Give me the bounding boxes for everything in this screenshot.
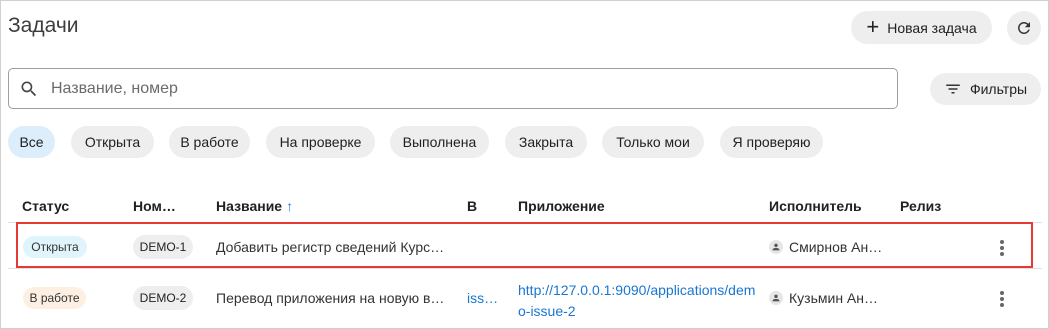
- new-task-label: Новая задача: [887, 19, 977, 36]
- assignee: Кузьмин Ан…: [769, 290, 878, 306]
- column-number[interactable]: Ном…: [133, 198, 176, 214]
- refresh-icon: [1017, 21, 1030, 34]
- column-status[interactable]: Статус: [22, 198, 69, 214]
- search-field[interactable]: [8, 68, 898, 109]
- chip-all[interactable]: Все: [8, 126, 55, 158]
- new-task-button[interactable]: + Новая задача: [851, 11, 992, 44]
- filters-button[interactable]: Фильтры: [930, 73, 1041, 105]
- chip-in-review[interactable]: На проверке: [266, 126, 375, 158]
- search-icon: [21, 81, 37, 96]
- chip-done[interactable]: Выполнена: [390, 126, 489, 158]
- filter-icon: [946, 84, 960, 94]
- chip-i-review[interactable]: Я проверяю: [720, 126, 823, 158]
- column-release[interactable]: Релиз: [900, 198, 941, 214]
- row-divider: [8, 268, 1042, 269]
- chip-in-work[interactable]: В работе: [169, 126, 250, 158]
- row-menu-button[interactable]: [990, 287, 1014, 311]
- search-input[interactable]: [49, 78, 869, 99]
- chip-only-mine[interactable]: Только мои: [602, 126, 704, 158]
- plus-icon: +: [866, 13, 880, 39]
- task-name[interactable]: Перевод приложения на новую в…: [216, 290, 444, 306]
- selected-row-highlight: [16, 222, 1033, 268]
- column-v[interactable]: В: [467, 198, 477, 214]
- column-assignee[interactable]: Исполнитель: [769, 198, 862, 214]
- chip-open[interactable]: Открыта: [71, 126, 154, 158]
- column-name-label: Название: [216, 198, 283, 214]
- application-link[interactable]: http://127.0.0.1:9090/applications/demo-…: [518, 280, 758, 322]
- page-title: Задачи: [8, 14, 79, 37]
- assignee-name: Кузьмин Ан…: [789, 290, 879, 306]
- status-badge: В работе: [23, 287, 86, 309]
- chip-closed[interactable]: Закрыта: [505, 126, 587, 158]
- column-name[interactable]: Название ↑: [216, 198, 293, 214]
- issue-link[interactable]: iss…: [467, 290, 498, 306]
- refresh-button[interactable]: [1007, 11, 1041, 45]
- filters-label: Фильтры: [969, 81, 1028, 97]
- more-vertical-icon: [1000, 291, 1004, 307]
- sort-ascending-icon[interactable]: ↑: [286, 198, 293, 214]
- person-icon: [769, 291, 783, 305]
- task-number: DEMO-2: [133, 286, 193, 310]
- column-app[interactable]: Приложение: [518, 198, 605, 214]
